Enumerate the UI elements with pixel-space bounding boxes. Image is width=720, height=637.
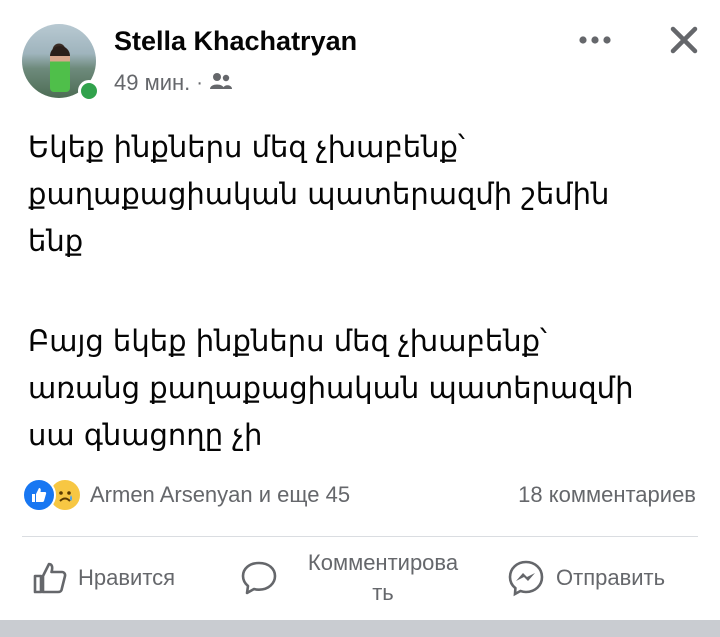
post-paragraph-1: Եկեք ինքներս մեզ չխաբենք՝ քաղաքացիական պ… [28,130,610,258]
friends-icon[interactable] [209,70,233,96]
like-label: Нравится [78,565,176,590]
author-name[interactable]: Stella Khachatryan [114,26,357,57]
comment-count[interactable]: 18 комментариев [518,482,696,508]
share-label: Отправить [556,565,666,590]
meta-separator: · [196,71,203,94]
messenger-icon [508,560,544,597]
avatar-figure [50,46,70,92]
comment-bubble-icon [241,561,277,595]
more-options-button[interactable] [575,22,615,58]
feed-separator-bar [0,620,720,637]
share-button[interactable]: Отправить [506,544,665,612]
comment-button[interactable]: Комментирова ть [240,544,478,612]
more-dots-icon [579,36,611,44]
post-meta: 49 мин. · [114,70,233,96]
like-button[interactable]: Нравится [32,544,175,612]
post-paragraph-2: Բայց եկեք ինքներս մեզ չխաբենք՝ առանց քաղ… [28,324,634,452]
thumbs-up-icon [33,562,67,594]
comment-label: Комментирова ть [307,550,459,605]
post-header: Stella Khachatryan 49 мин. · [22,20,712,102]
reactions-summary[interactable]: Armen Arsenyan и еще 45 [22,478,350,512]
like-icon [22,478,56,512]
post-card: Stella Khachatryan 49 мин. · Եկեք ինքներ… [0,0,720,620]
reaction-names[interactable]: Armen Arsenyan и еще 45 [90,482,350,508]
action-bar: Нравится Комментирова ть Отправить [22,544,698,612]
close-button[interactable] [662,20,706,60]
post-time[interactable]: 49 мин. [114,70,190,96]
close-icon [670,26,698,54]
online-status-dot [78,80,100,102]
divider [22,536,698,537]
